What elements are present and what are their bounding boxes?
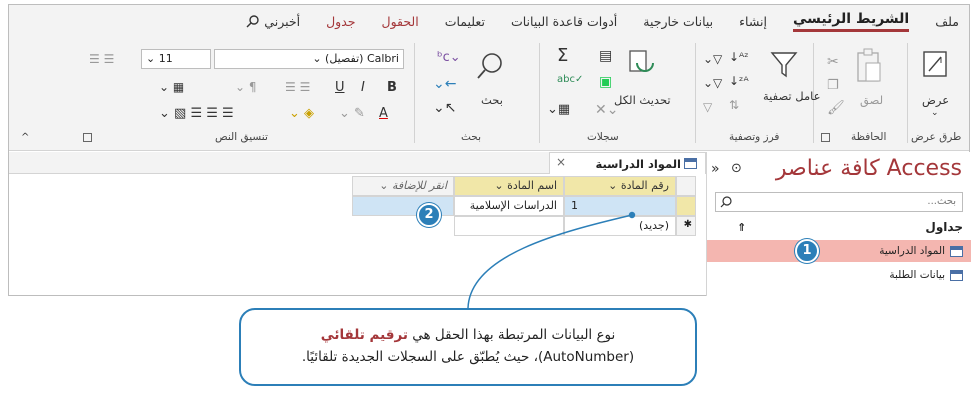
callout-line-2: (AutoNumber)، حيث يُطبّق على السجلات الج… [301, 349, 635, 365]
callout-line-1: نوع البيانات المرتبطة بهذا الحقل هي ترقي… [241, 324, 695, 346]
callout-line-1-prefix: نوع البيانات المرتبطة بهذا الحقل هي [407, 327, 616, 343]
explanation-callout: نوع البيانات المرتبطة بهذا الحقل هي ترقي… [239, 308, 697, 386]
callout-highlight: ترقيم تلقائي [320, 327, 408, 343]
